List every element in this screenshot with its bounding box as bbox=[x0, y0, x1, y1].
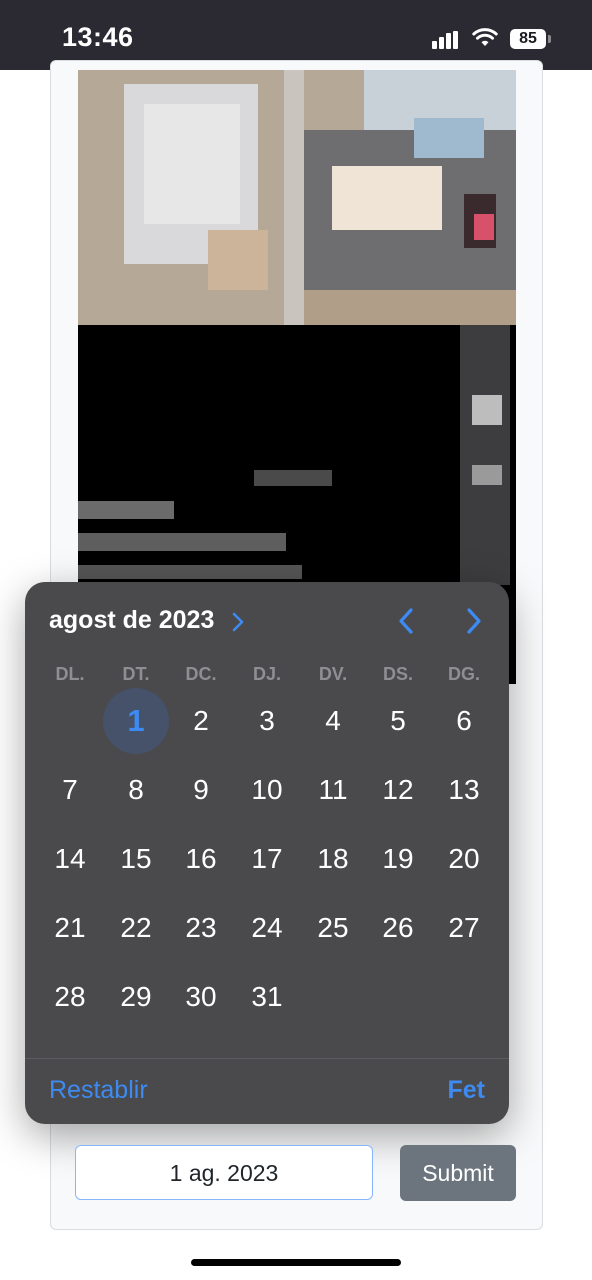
weekday-label: DV. bbox=[318, 664, 348, 684]
day-cell[interactable]: 11 bbox=[300, 757, 366, 823]
day-cell[interactable]: 28 bbox=[37, 964, 103, 1030]
day-cell[interactable]: 21 bbox=[37, 895, 103, 961]
day-cell[interactable]: 31 bbox=[234, 964, 300, 1030]
day-cell[interactable]: 9 bbox=[168, 757, 234, 823]
day-cell[interactable]: 22 bbox=[103, 895, 169, 961]
date-input[interactable]: 1 ag. 2023 bbox=[75, 1145, 373, 1200]
wifi-icon bbox=[472, 28, 498, 46]
weekday-label: DG. bbox=[447, 664, 480, 684]
day-cell[interactable]: 19 bbox=[365, 826, 431, 892]
day-cell[interactable]: 4 bbox=[300, 688, 366, 754]
reset-button[interactable]: Restablir bbox=[49, 1076, 148, 1105]
day-cell[interactable]: 6 bbox=[431, 688, 497, 754]
day-cell[interactable]: 5 bbox=[365, 688, 431, 754]
date-picker-popover: agost de 2023 DL. DT. DC. DJ. DV. DS. DG… bbox=[25, 582, 509, 1124]
battery-icon: 85 bbox=[510, 29, 546, 49]
day-cell[interactable]: 17 bbox=[234, 826, 300, 892]
day-cell[interactable]: 23 bbox=[168, 895, 234, 961]
chevron-right-icon[interactable] bbox=[231, 611, 245, 633]
day-cell[interactable]: 10 bbox=[234, 757, 300, 823]
day-cell[interactable]: 24 bbox=[234, 895, 300, 961]
weekday-label: DT. bbox=[122, 664, 150, 684]
prev-month-icon[interactable] bbox=[391, 606, 421, 636]
day-cell[interactable]: 12 bbox=[365, 757, 431, 823]
submit-button[interactable]: Submit bbox=[400, 1145, 516, 1201]
popover-divider bbox=[25, 1058, 509, 1059]
weekday-label: DS. bbox=[382, 664, 413, 684]
weekday-label: DC. bbox=[185, 664, 217, 684]
next-month-icon[interactable] bbox=[459, 606, 489, 636]
home-indicator bbox=[191, 1259, 401, 1266]
day-cell[interactable]: 13 bbox=[431, 757, 497, 823]
signal-icon bbox=[432, 31, 458, 49]
day-cell[interactable]: 18 bbox=[300, 826, 366, 892]
day-cell[interactable]: 15 bbox=[103, 826, 169, 892]
day-cell[interactable]: 20 bbox=[431, 826, 497, 892]
day-cell[interactable]: 16 bbox=[168, 826, 234, 892]
photo-top-area bbox=[78, 70, 516, 325]
done-button[interactable]: Fet bbox=[448, 1076, 486, 1105]
day-cell[interactable]: 26 bbox=[365, 895, 431, 961]
day-cell[interactable]: 30 bbox=[168, 964, 234, 1030]
day-cell[interactable]: 2 bbox=[168, 688, 234, 754]
status-time: 13:46 bbox=[62, 22, 134, 52]
weekday-label: DJ. bbox=[252, 664, 281, 684]
day-cell[interactable]: 25 bbox=[300, 895, 366, 961]
battery-nub bbox=[548, 35, 551, 43]
day-cell[interactable]: 14 bbox=[37, 826, 103, 892]
day-cell[interactable]: 7 bbox=[37, 757, 103, 823]
day-cell-selected[interactable]: 1 bbox=[103, 688, 169, 754]
day-cell[interactable]: 29 bbox=[103, 964, 169, 1030]
day-cell[interactable]: 3 bbox=[234, 688, 300, 754]
weekday-label: DL. bbox=[55, 664, 85, 684]
day-cell[interactable]: 8 bbox=[103, 757, 169, 823]
day-cell[interactable]: 27 bbox=[431, 895, 497, 961]
month-year-button[interactable]: agost de 2023 bbox=[49, 606, 214, 635]
